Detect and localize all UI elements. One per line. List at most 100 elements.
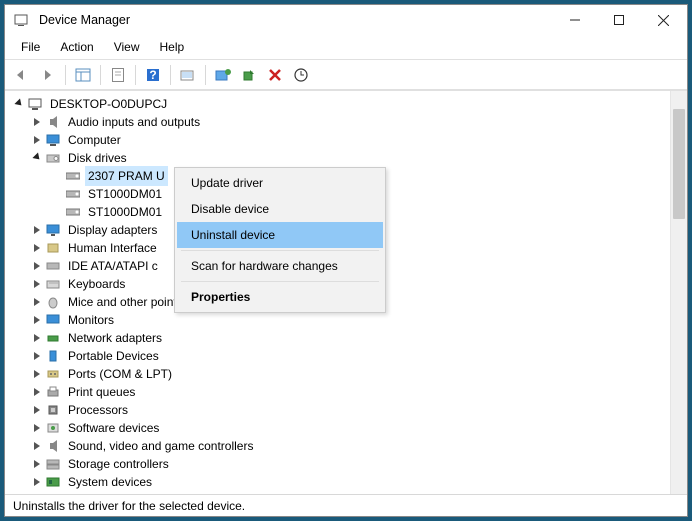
separator: [65, 65, 66, 85]
device-tree[interactable]: DESKTOP-O0DUPCJ Audio inputs and outputs…: [5, 91, 670, 494]
show-hidden-button[interactable]: [70, 63, 96, 87]
tree-category-storage[interactable]: Storage controllers: [11, 455, 664, 473]
separator: [100, 65, 101, 85]
scan-button[interactable]: [175, 63, 201, 87]
menubar: File Action View Help: [5, 35, 687, 60]
window-title: Device Manager: [39, 13, 553, 27]
twisty-icon[interactable]: [31, 442, 45, 450]
twisty-icon[interactable]: [31, 388, 45, 396]
item-label: ST1000DM01: [85, 202, 165, 222]
category-label: Human Interface: [65, 238, 160, 258]
update-driver-button[interactable]: [210, 63, 236, 87]
twisty-icon[interactable]: [31, 406, 45, 414]
titlebar[interactable]: Device Manager: [5, 5, 687, 35]
category-label: Disk drives: [65, 148, 130, 168]
category-label: Computer: [65, 130, 124, 150]
enable-button[interactable]: [236, 63, 262, 87]
twisty-icon[interactable]: [31, 298, 45, 306]
category-label: Storage controllers: [65, 454, 172, 474]
tree-category-monitor[interactable]: Monitors: [11, 311, 664, 329]
tree-category-portable[interactable]: Portable Devices: [11, 347, 664, 365]
help-button[interactable]: ?: [140, 63, 166, 87]
tree-category-disk[interactable]: Disk drives: [11, 149, 664, 167]
app-icon: [13, 12, 29, 28]
device-manager-window: Device Manager File Action View Help ?: [4, 4, 688, 517]
scrollbar-thumb[interactable]: [673, 109, 685, 219]
category-label: IDE ATA/ATAPI c: [65, 256, 161, 276]
monitor-icon: [45, 312, 61, 328]
tree-category-sound[interactable]: Sound, video and game controllers: [11, 437, 664, 455]
context-item-update-driver[interactable]: Update driver: [177, 170, 383, 196]
menu-view[interactable]: View: [104, 37, 150, 57]
twisty-icon[interactable]: [31, 478, 45, 486]
category-label: Network adapters: [65, 328, 165, 348]
tree-root[interactable]: DESKTOP-O0DUPCJ: [11, 95, 664, 113]
back-button[interactable]: [9, 63, 35, 87]
disk-item-icon: [65, 186, 81, 202]
separator: [170, 65, 171, 85]
context-item-uninstall-device[interactable]: Uninstall device: [177, 222, 383, 248]
network-icon: [45, 330, 61, 346]
menu-action[interactable]: Action: [50, 37, 103, 57]
properties-button[interactable]: [105, 63, 131, 87]
twisty-icon[interactable]: [31, 334, 45, 342]
twisty-icon[interactable]: [31, 424, 45, 432]
twisty-icon[interactable]: [31, 352, 45, 360]
storage-icon: [45, 456, 61, 472]
tree-category-computer[interactable]: Computer: [11, 131, 664, 149]
statusbar: Uninstalls the driver for the selected d…: [5, 494, 687, 516]
close-button[interactable]: [641, 6, 685, 34]
tree-category-printer[interactable]: Print queues: [11, 383, 664, 401]
root-label: DESKTOP-O0DUPCJ: [47, 94, 170, 114]
software-icon: [45, 420, 61, 436]
twisty-icon[interactable]: [31, 370, 45, 378]
category-label: Software devices: [65, 418, 162, 438]
tree-category-network[interactable]: Network adapters: [11, 329, 664, 347]
tree-category-ports[interactable]: Ports (COM & LPT): [11, 365, 664, 383]
forward-button[interactable]: [35, 63, 61, 87]
menu-file[interactable]: File: [11, 37, 50, 57]
tree-category-system[interactable]: System devices: [11, 473, 664, 491]
ide-icon: [45, 258, 61, 274]
twisty-icon[interactable]: [31, 262, 45, 270]
tree-category-cpu[interactable]: Processors: [11, 401, 664, 419]
portable-icon: [45, 348, 61, 364]
scan-hardware-button[interactable]: [288, 63, 314, 87]
tree-category-software[interactable]: Software devices: [11, 419, 664, 437]
cpu-icon: [45, 402, 61, 418]
twisty-icon[interactable]: [13, 100, 27, 108]
sound-icon: [45, 438, 61, 454]
twisty-icon[interactable]: [31, 136, 45, 144]
twisty-icon[interactable]: [31, 154, 45, 162]
hid-icon: [45, 240, 61, 256]
category-label: Processors: [65, 400, 131, 420]
context-item-properties[interactable]: Properties: [177, 284, 383, 310]
menu-help[interactable]: Help: [150, 37, 195, 57]
twisty-icon[interactable]: [31, 460, 45, 468]
tree-category-audio[interactable]: Audio inputs and outputs: [11, 113, 664, 131]
printer-icon: [45, 384, 61, 400]
category-label: Keyboards: [65, 274, 128, 294]
menu-separator: [181, 281, 379, 282]
context-item-scan-for-hardware-changes[interactable]: Scan for hardware changes: [177, 253, 383, 279]
twisty-icon[interactable]: [31, 118, 45, 126]
scrollbar[interactable]: [670, 91, 687, 494]
twisty-icon[interactable]: [31, 280, 45, 288]
disk-icon: [45, 150, 61, 166]
computer-icon: [45, 132, 61, 148]
twisty-icon[interactable]: [31, 316, 45, 324]
audio-icon: [45, 114, 61, 130]
category-label: Ports (COM & LPT): [65, 364, 175, 384]
category-label: Print queues: [65, 382, 138, 402]
system-icon: [45, 474, 61, 490]
maximize-button[interactable]: [597, 6, 641, 34]
minimize-button[interactable]: [553, 6, 597, 34]
status-text: Uninstalls the driver for the selected d…: [13, 499, 245, 513]
uninstall-button[interactable]: [262, 63, 288, 87]
twisty-icon[interactable]: [31, 226, 45, 234]
mouse-icon: [45, 294, 61, 310]
content-area: DESKTOP-O0DUPCJ Audio inputs and outputs…: [5, 90, 687, 494]
context-item-disable-device[interactable]: Disable device: [177, 196, 383, 222]
twisty-icon[interactable]: [31, 244, 45, 252]
ports-icon: [45, 366, 61, 382]
